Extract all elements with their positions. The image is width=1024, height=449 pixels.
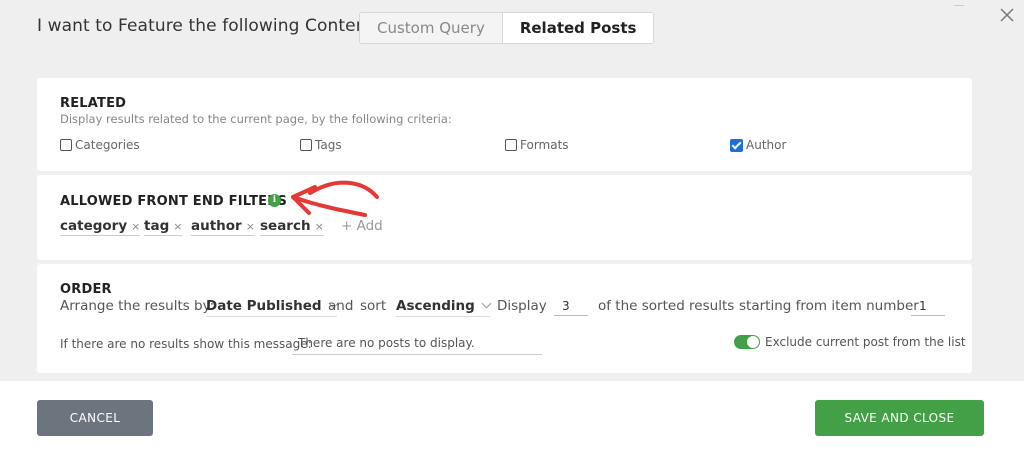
- close-icon[interactable]: [998, 6, 1016, 24]
- checkbox-label: Formats: [520, 138, 569, 152]
- order-heading: ORDER: [60, 282, 112, 297]
- filter-chip-author: author ×: [191, 218, 255, 236]
- checkbox-label: Tags: [315, 138, 342, 152]
- order-panel: ORDER Arrange the results by: Date Publi…: [37, 264, 972, 373]
- sorted-results-label: of the sorted results: [598, 298, 735, 314]
- related-heading: RELATED: [60, 96, 127, 111]
- filters-heading: ALLOWED FRONT END FILTERS: [60, 194, 288, 209]
- remove-icon[interactable]: ×: [246, 220, 255, 233]
- no-results-label: If there are no results show this messag…: [60, 337, 312, 351]
- divider: [954, 5, 964, 6]
- sort-label: sort: [360, 298, 387, 314]
- checkbox-label: Categories: [75, 138, 140, 152]
- cancel-button[interactable]: CANCEL: [37, 400, 153, 436]
- sort-direction-select[interactable]: Ascending: [396, 298, 492, 317]
- checkbox-author[interactable]: Author: [730, 138, 786, 152]
- remove-icon[interactable]: ×: [315, 220, 324, 233]
- checkbox-label: Author: [746, 138, 787, 152]
- related-description: Display results related to the current p…: [60, 112, 452, 126]
- info-icon[interactable]: i: [268, 194, 281, 207]
- arrange-by-value: Date Published: [206, 298, 322, 314]
- checkbox-box[interactable]: [300, 139, 312, 151]
- checkbox-box-checked[interactable]: [730, 138, 743, 152]
- chevron-down-icon: [481, 298, 492, 309]
- remove-icon[interactable]: ×: [131, 220, 140, 233]
- chip-label: search: [260, 218, 311, 234]
- checkbox-box[interactable]: [60, 139, 72, 151]
- display-count-input[interactable]: 3: [554, 299, 588, 316]
- arrange-label: Arrange the results by:: [60, 298, 215, 314]
- tab-related-posts[interactable]: Related Posts: [501, 13, 654, 43]
- sort-direction-value: Ascending: [396, 298, 475, 314]
- filters-panel: ALLOWED FRONT END FILTERS i category × ta…: [37, 175, 972, 260]
- display-label: Display: [497, 298, 547, 314]
- tab-custom-query[interactable]: Custom Query: [360, 13, 502, 43]
- modal-footer: CANCEL SAVE AND CLOSE: [0, 381, 1024, 449]
- checkbox-categories[interactable]: Categories: [60, 138, 140, 152]
- annotation-arrow-icon: [291, 180, 379, 217]
- modal-title: I want to Feature the following Content: [37, 16, 374, 36]
- checkbox-formats[interactable]: Formats: [505, 138, 569, 152]
- checkbox-tags[interactable]: Tags: [300, 138, 342, 152]
- save-and-close-button[interactable]: SAVE AND CLOSE: [815, 400, 984, 436]
- exclude-current-toggle[interactable]: [734, 335, 760, 349]
- mode-tabs: Custom Query Related Posts: [359, 12, 655, 44]
- filter-chip-category: category ×: [60, 218, 141, 236]
- related-panel: RELATED Display results related to the c…: [37, 78, 972, 171]
- chip-label: author: [191, 218, 242, 234]
- modal-header: I want to Feature the following Content …: [0, 0, 1024, 60]
- filter-chip-search: search ×: [260, 218, 324, 236]
- arrange-by-select[interactable]: Date Published: [206, 298, 338, 317]
- and-label: and: [328, 298, 354, 314]
- chip-label: category: [60, 218, 128, 234]
- no-results-message-input[interactable]: There are no posts to display.: [292, 334, 542, 355]
- start-number-input[interactable]: 1: [911, 299, 945, 316]
- checkbox-box[interactable]: [505, 139, 517, 151]
- chip-label: tag: [144, 218, 170, 234]
- exclude-current-label: Exclude current post from the list: [765, 335, 966, 349]
- remove-icon[interactable]: ×: [173, 220, 182, 233]
- filter-chip-tag: tag ×: [144, 218, 183, 236]
- starting-label: starting from item number: [739, 298, 919, 314]
- add-filter-button[interactable]: + Add: [341, 218, 383, 234]
